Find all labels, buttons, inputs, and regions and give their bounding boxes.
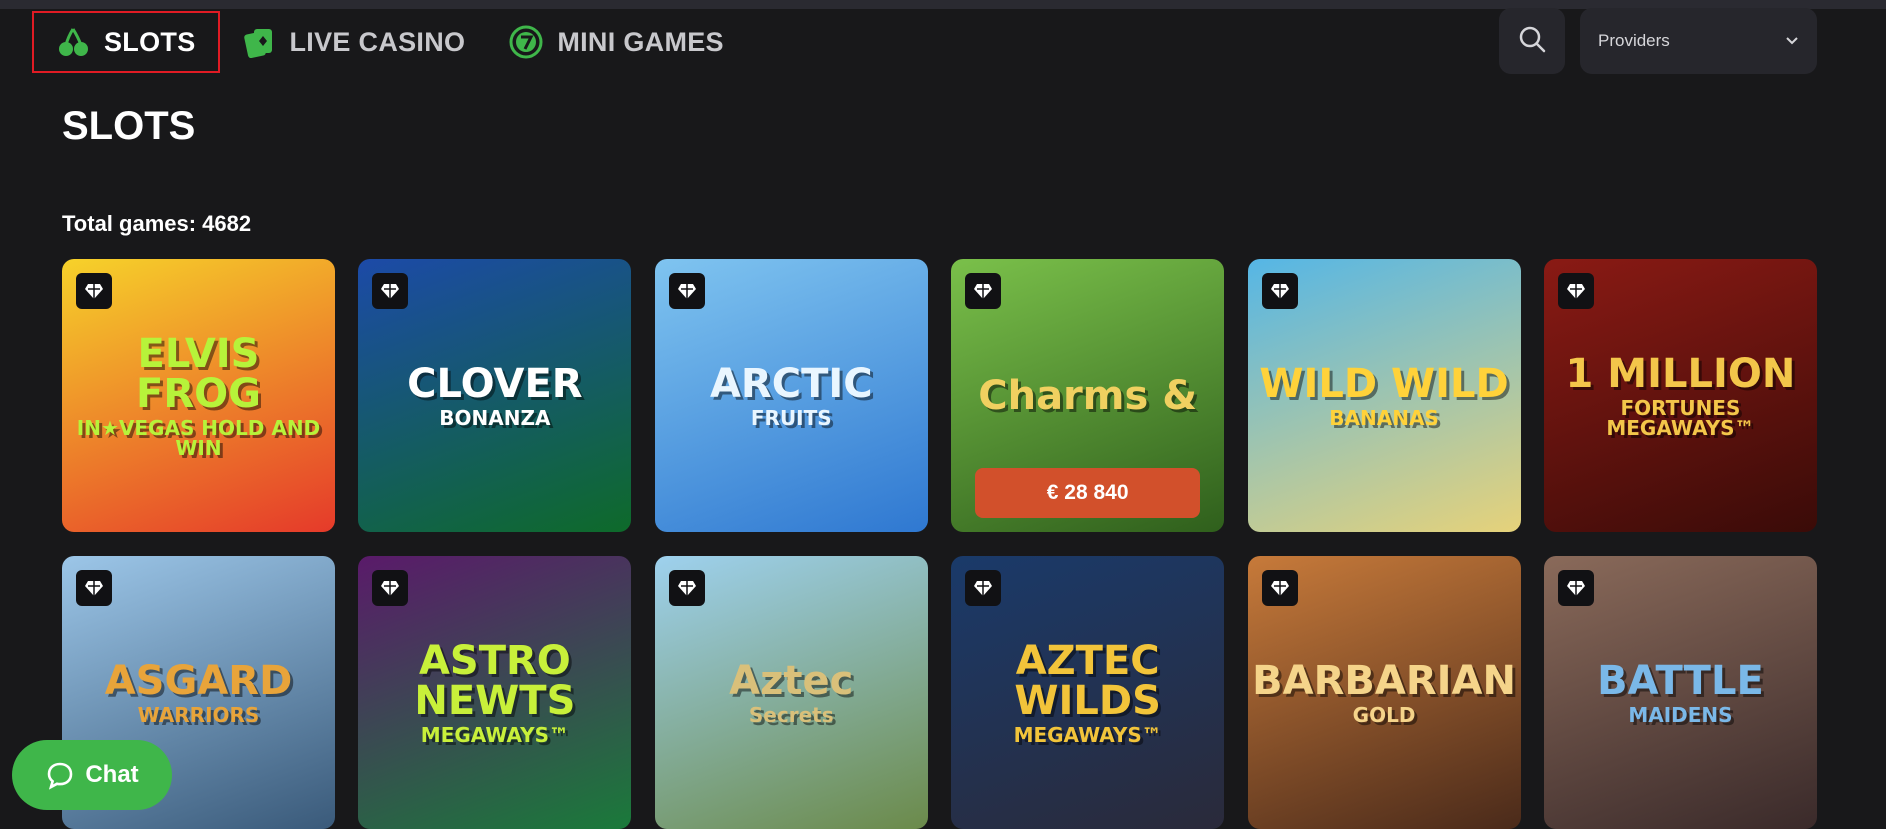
tab-live-casino-label: LIVE CASINO xyxy=(289,26,466,57)
game-title: Charms & xyxy=(978,372,1198,419)
jackpot-amount: € 28 840 xyxy=(975,468,1201,518)
game-title: 1 MILLION FORTUNES MEGAWAYS™ xyxy=(1565,350,1796,440)
providers-dropdown[interactable]: Providers xyxy=(1580,8,1817,74)
game-title: ELVIS FROG IN★VEGAS HOLD AND WIN xyxy=(76,330,321,460)
game-title: WILD WILD BANANAS xyxy=(1259,360,1509,430)
game-title: CLOVER BONANZA xyxy=(407,360,583,430)
game-tile[interactable]: 1 MILLION FORTUNES MEGAWAYS™ xyxy=(1543,259,1817,532)
game-tile[interactable]: Charms & € 28 840 xyxy=(951,259,1225,532)
cherry-icon xyxy=(56,25,90,59)
diamond-icon xyxy=(1557,273,1594,309)
chat-button[interactable]: Chat xyxy=(12,740,172,810)
game-title: ARCTIC FRUITS xyxy=(709,360,873,430)
game-tile[interactable]: ARCTIC FRUITS xyxy=(654,259,928,532)
game-tile[interactable]: WILD WILD BANANAS xyxy=(1247,259,1521,532)
chat-label: Chat xyxy=(85,761,139,788)
diamond-icon xyxy=(1261,273,1298,309)
game-tile[interactable]: CLOVER BONANZA xyxy=(358,259,632,532)
tab-slots[interactable]: SLOTS xyxy=(32,11,220,73)
game-tile[interactable]: BARBARIAN GOLD xyxy=(1247,556,1521,829)
tab-live-casino[interactable]: LIVE CASINO xyxy=(220,11,488,73)
diamond-icon xyxy=(372,273,409,309)
category-nav: SLOTS LIVE CASINO MINI GAMES xyxy=(32,11,746,73)
total-games-count: Total games: 4682 xyxy=(62,211,252,236)
diamond-icon xyxy=(372,570,409,606)
game-tile[interactable]: ELVIS FROG IN★VEGAS HOLD AND WIN xyxy=(62,259,335,532)
tab-slots-label: SLOTS xyxy=(104,26,196,57)
search-button[interactable] xyxy=(1499,8,1565,74)
game-tile[interactable]: Aztec Secrets xyxy=(654,556,928,829)
diamond-icon xyxy=(76,570,112,606)
providers-label: Providers xyxy=(1598,31,1670,50)
game-title: ASTRO NEWTS MEGAWAYS™ xyxy=(414,637,576,747)
chat-bubble-icon xyxy=(45,760,75,790)
game-tile[interactable]: ASTRO NEWTS MEGAWAYS™ xyxy=(358,556,632,829)
diamond-icon xyxy=(668,273,705,309)
cards-icon xyxy=(242,25,276,59)
search-icon xyxy=(1518,25,1546,58)
tab-mini-games[interactable]: MINI GAMES xyxy=(487,11,746,73)
game-title: BARBARIAN GOLD xyxy=(1252,657,1516,727)
game-tile[interactable]: BATTLE MAIDENS xyxy=(1543,556,1817,829)
diamond-icon xyxy=(1261,570,1298,606)
diamond-icon xyxy=(965,273,1002,309)
diamond-icon xyxy=(668,570,705,606)
page-title: SLOTS xyxy=(62,104,196,148)
game-title: Aztec Secrets xyxy=(729,657,854,727)
diamond-icon xyxy=(76,273,112,309)
game-title: AZTEC WILDS MEGAWAYS™ xyxy=(1013,637,1162,747)
diamond-icon xyxy=(965,570,1002,606)
chevron-down-icon xyxy=(1785,31,1799,51)
game-title: ASGARD WARRIORS xyxy=(104,657,293,727)
diamond-icon xyxy=(1557,570,1594,606)
game-title: BATTLE MAIDENS xyxy=(1597,657,1764,727)
game-tile[interactable]: AZTEC WILDS MEGAWAYS™ xyxy=(951,556,1225,829)
game-grid: ELVIS FROG IN★VEGAS HOLD AND WIN CLOVER BO… xyxy=(62,259,1817,829)
seven-coin-icon xyxy=(509,25,543,59)
tab-mini-games-label: MINI GAMES xyxy=(557,26,724,57)
